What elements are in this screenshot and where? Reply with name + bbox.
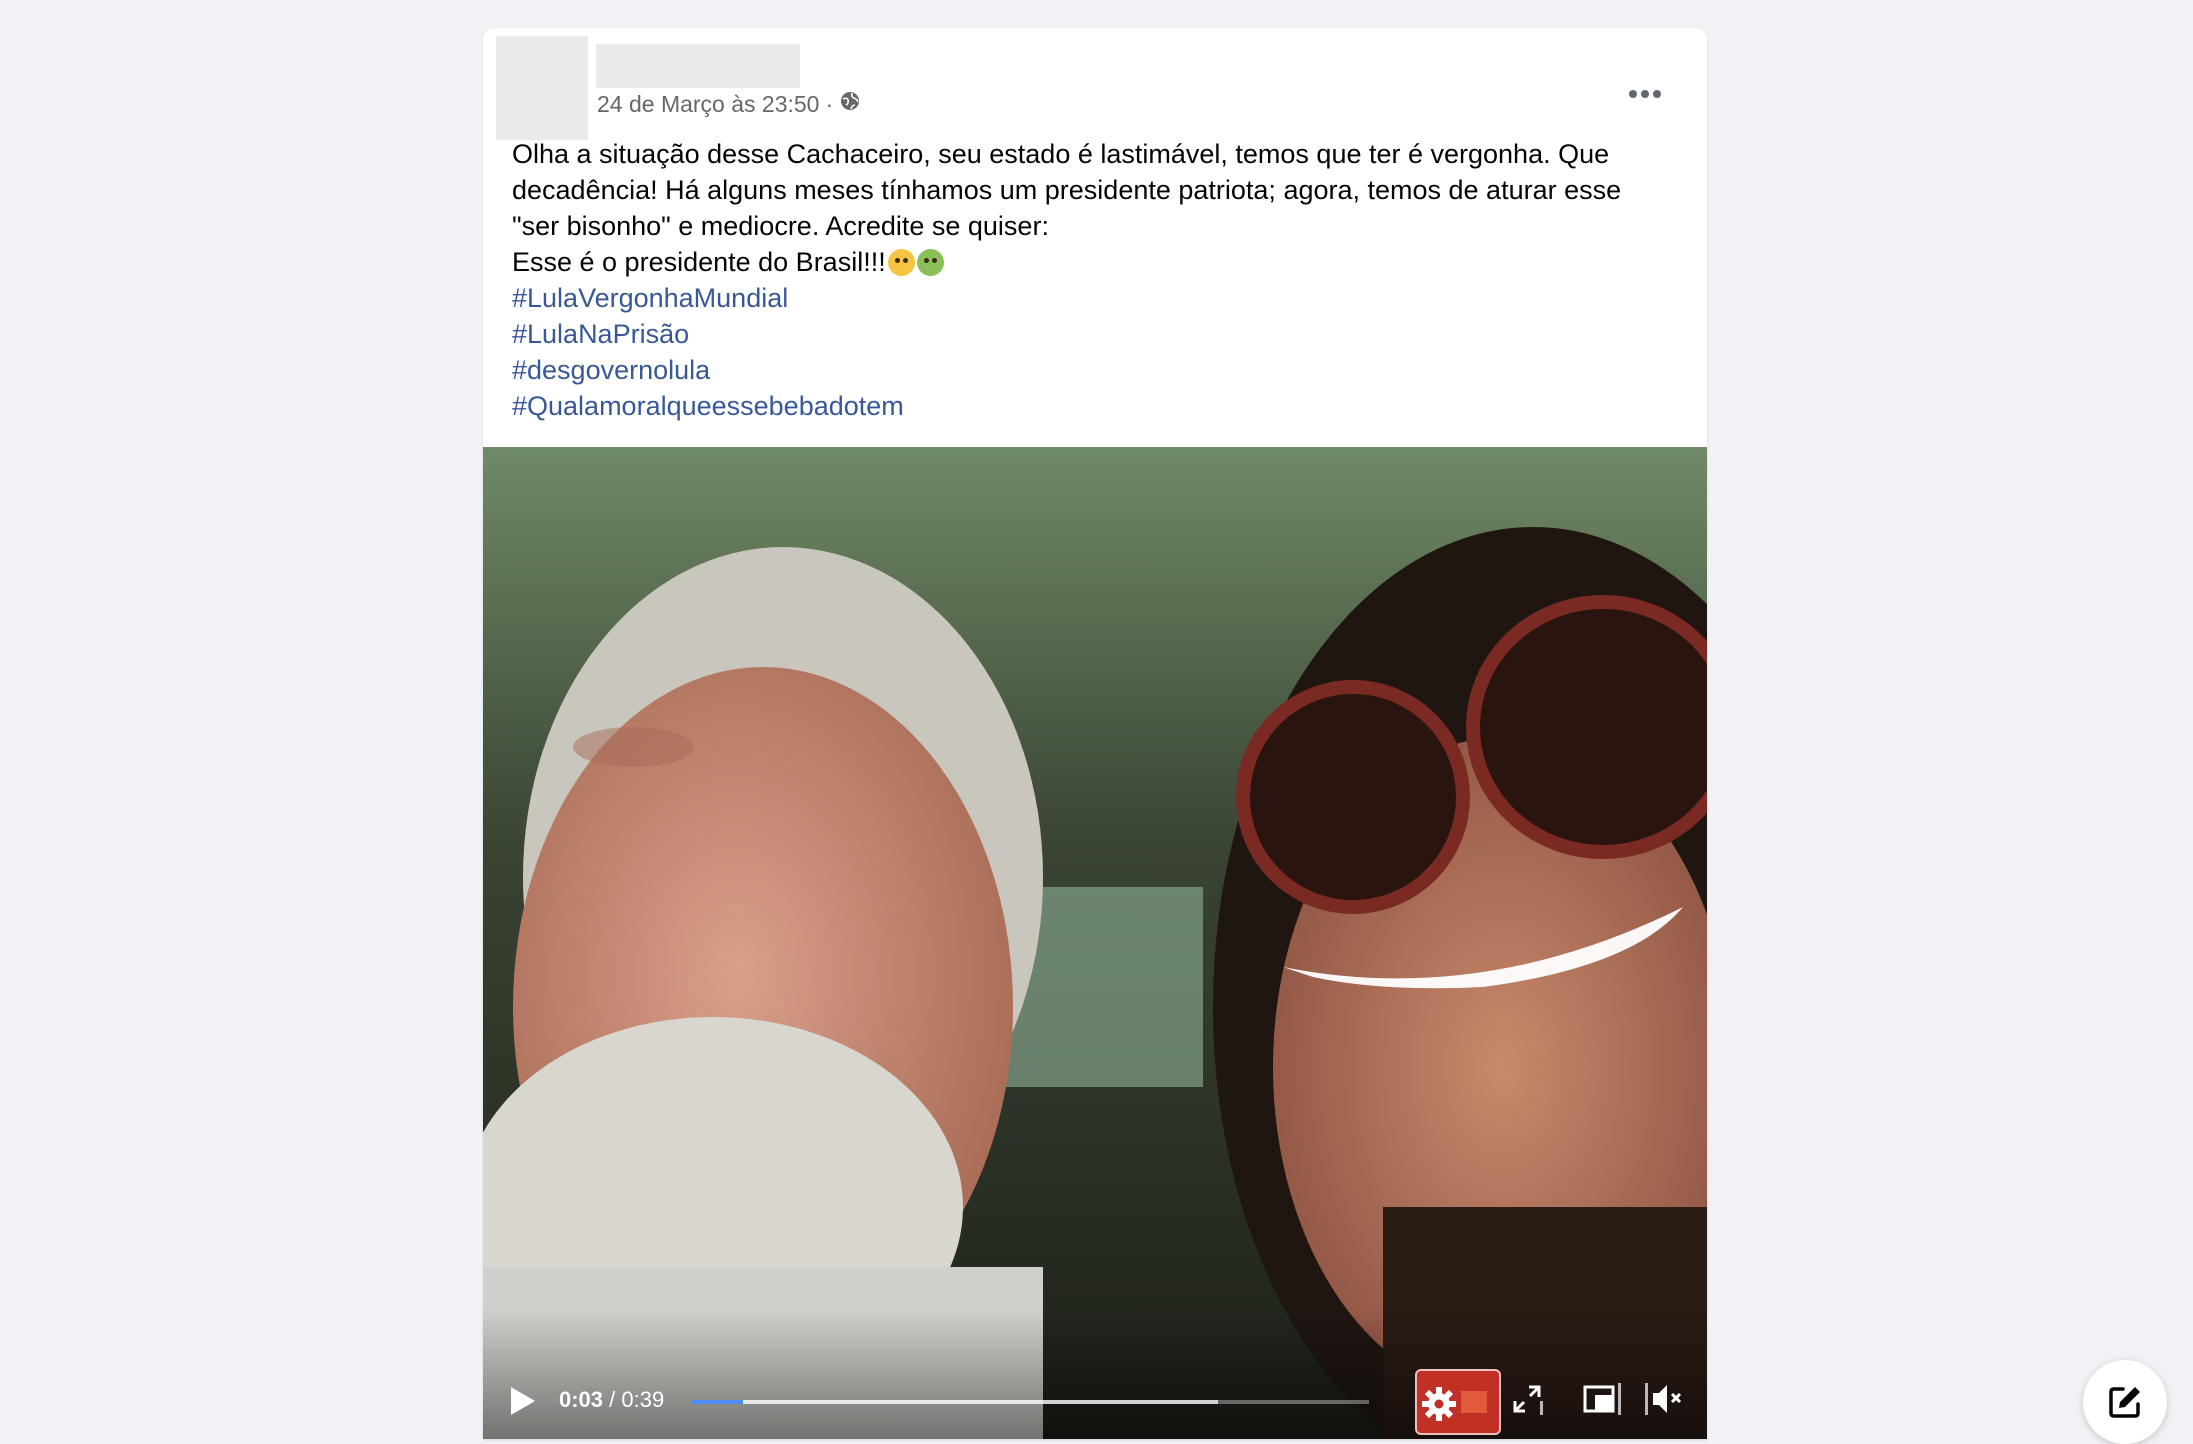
picture-in-picture-icon bbox=[1583, 1383, 1621, 1415]
meta-separator: · bbox=[825, 90, 834, 117]
fullscreen-button[interactable] bbox=[1505, 1377, 1549, 1421]
video-frame bbox=[483, 447, 1707, 1439]
fullscreen-icon bbox=[1513, 1385, 1543, 1415]
play-button[interactable] bbox=[509, 1385, 537, 1417]
hashtag-link[interactable]: #desgovernolula bbox=[512, 352, 1682, 388]
progress-bar[interactable] bbox=[691, 1400, 1369, 1404]
author-name-redacted[interactable] bbox=[596, 44, 800, 88]
settings-button[interactable] bbox=[1415, 1369, 1501, 1435]
play-icon bbox=[511, 1387, 535, 1415]
flushed-face-emoji bbox=[887, 249, 915, 276]
compose-button[interactable] bbox=[2083, 1360, 2167, 1444]
post-card: 24 de Março às 23:50 · Olha a situação d… bbox=[483, 28, 1707, 1439]
ellipsis-icon bbox=[1629, 90, 1661, 98]
post-meta: 24 de Março às 23:50 · bbox=[597, 90, 861, 118]
video-controls: 0:03 / 0:39 bbox=[483, 1309, 1707, 1439]
hashtag-link[interactable]: #LulaNaPrisão bbox=[512, 316, 1682, 352]
post-text-line-with-emoji: Esse é o presidente do Brasil!!! bbox=[512, 244, 1682, 280]
compose-icon bbox=[2109, 1387, 2140, 1418]
picture-in-picture-button[interactable] bbox=[1581, 1377, 1625, 1421]
current-time: 0:03 bbox=[559, 1387, 604, 1412]
settings-icon bbox=[1422, 1387, 1487, 1421]
mute-icon bbox=[1645, 1383, 1682, 1415]
post-text-line: decadência! Há alguns meses tínhamos um … bbox=[512, 175, 1622, 205]
duration: 0:39 bbox=[621, 1387, 665, 1412]
globe-icon bbox=[839, 90, 861, 118]
buffered-bar bbox=[691, 1400, 1219, 1404]
post-text-line: "ser bisonho" e mediocre. Acredite se qu… bbox=[512, 211, 1049, 241]
more-options-button[interactable] bbox=[1623, 80, 1667, 108]
time-separator: / bbox=[609, 1387, 616, 1412]
avatar[interactable] bbox=[496, 36, 588, 140]
post-text-line: Olha a situação desse Cachaceiro, seu es… bbox=[512, 139, 1610, 169]
hashtag-link[interactable]: #LulaVergonhaMundial bbox=[512, 280, 1682, 316]
nauseated-face-emoji bbox=[916, 249, 944, 276]
mute-button[interactable] bbox=[1643, 1377, 1687, 1421]
video-player[interactable]: 0:03 / 0:39 bbox=[483, 447, 1707, 1439]
played-bar bbox=[691, 1400, 744, 1404]
post-text: Olha a situação desse Cachaceiro, seu es… bbox=[512, 136, 1682, 424]
post-timestamp[interactable]: 24 de Março às 23:50 bbox=[597, 91, 819, 118]
hashtag-link[interactable]: #Qualamoralqueessebebadotem bbox=[512, 388, 1682, 424]
video-time: 0:03 / 0:39 bbox=[559, 1387, 664, 1413]
post-text-line: Esse é o presidente do Brasil!!! bbox=[512, 247, 886, 277]
